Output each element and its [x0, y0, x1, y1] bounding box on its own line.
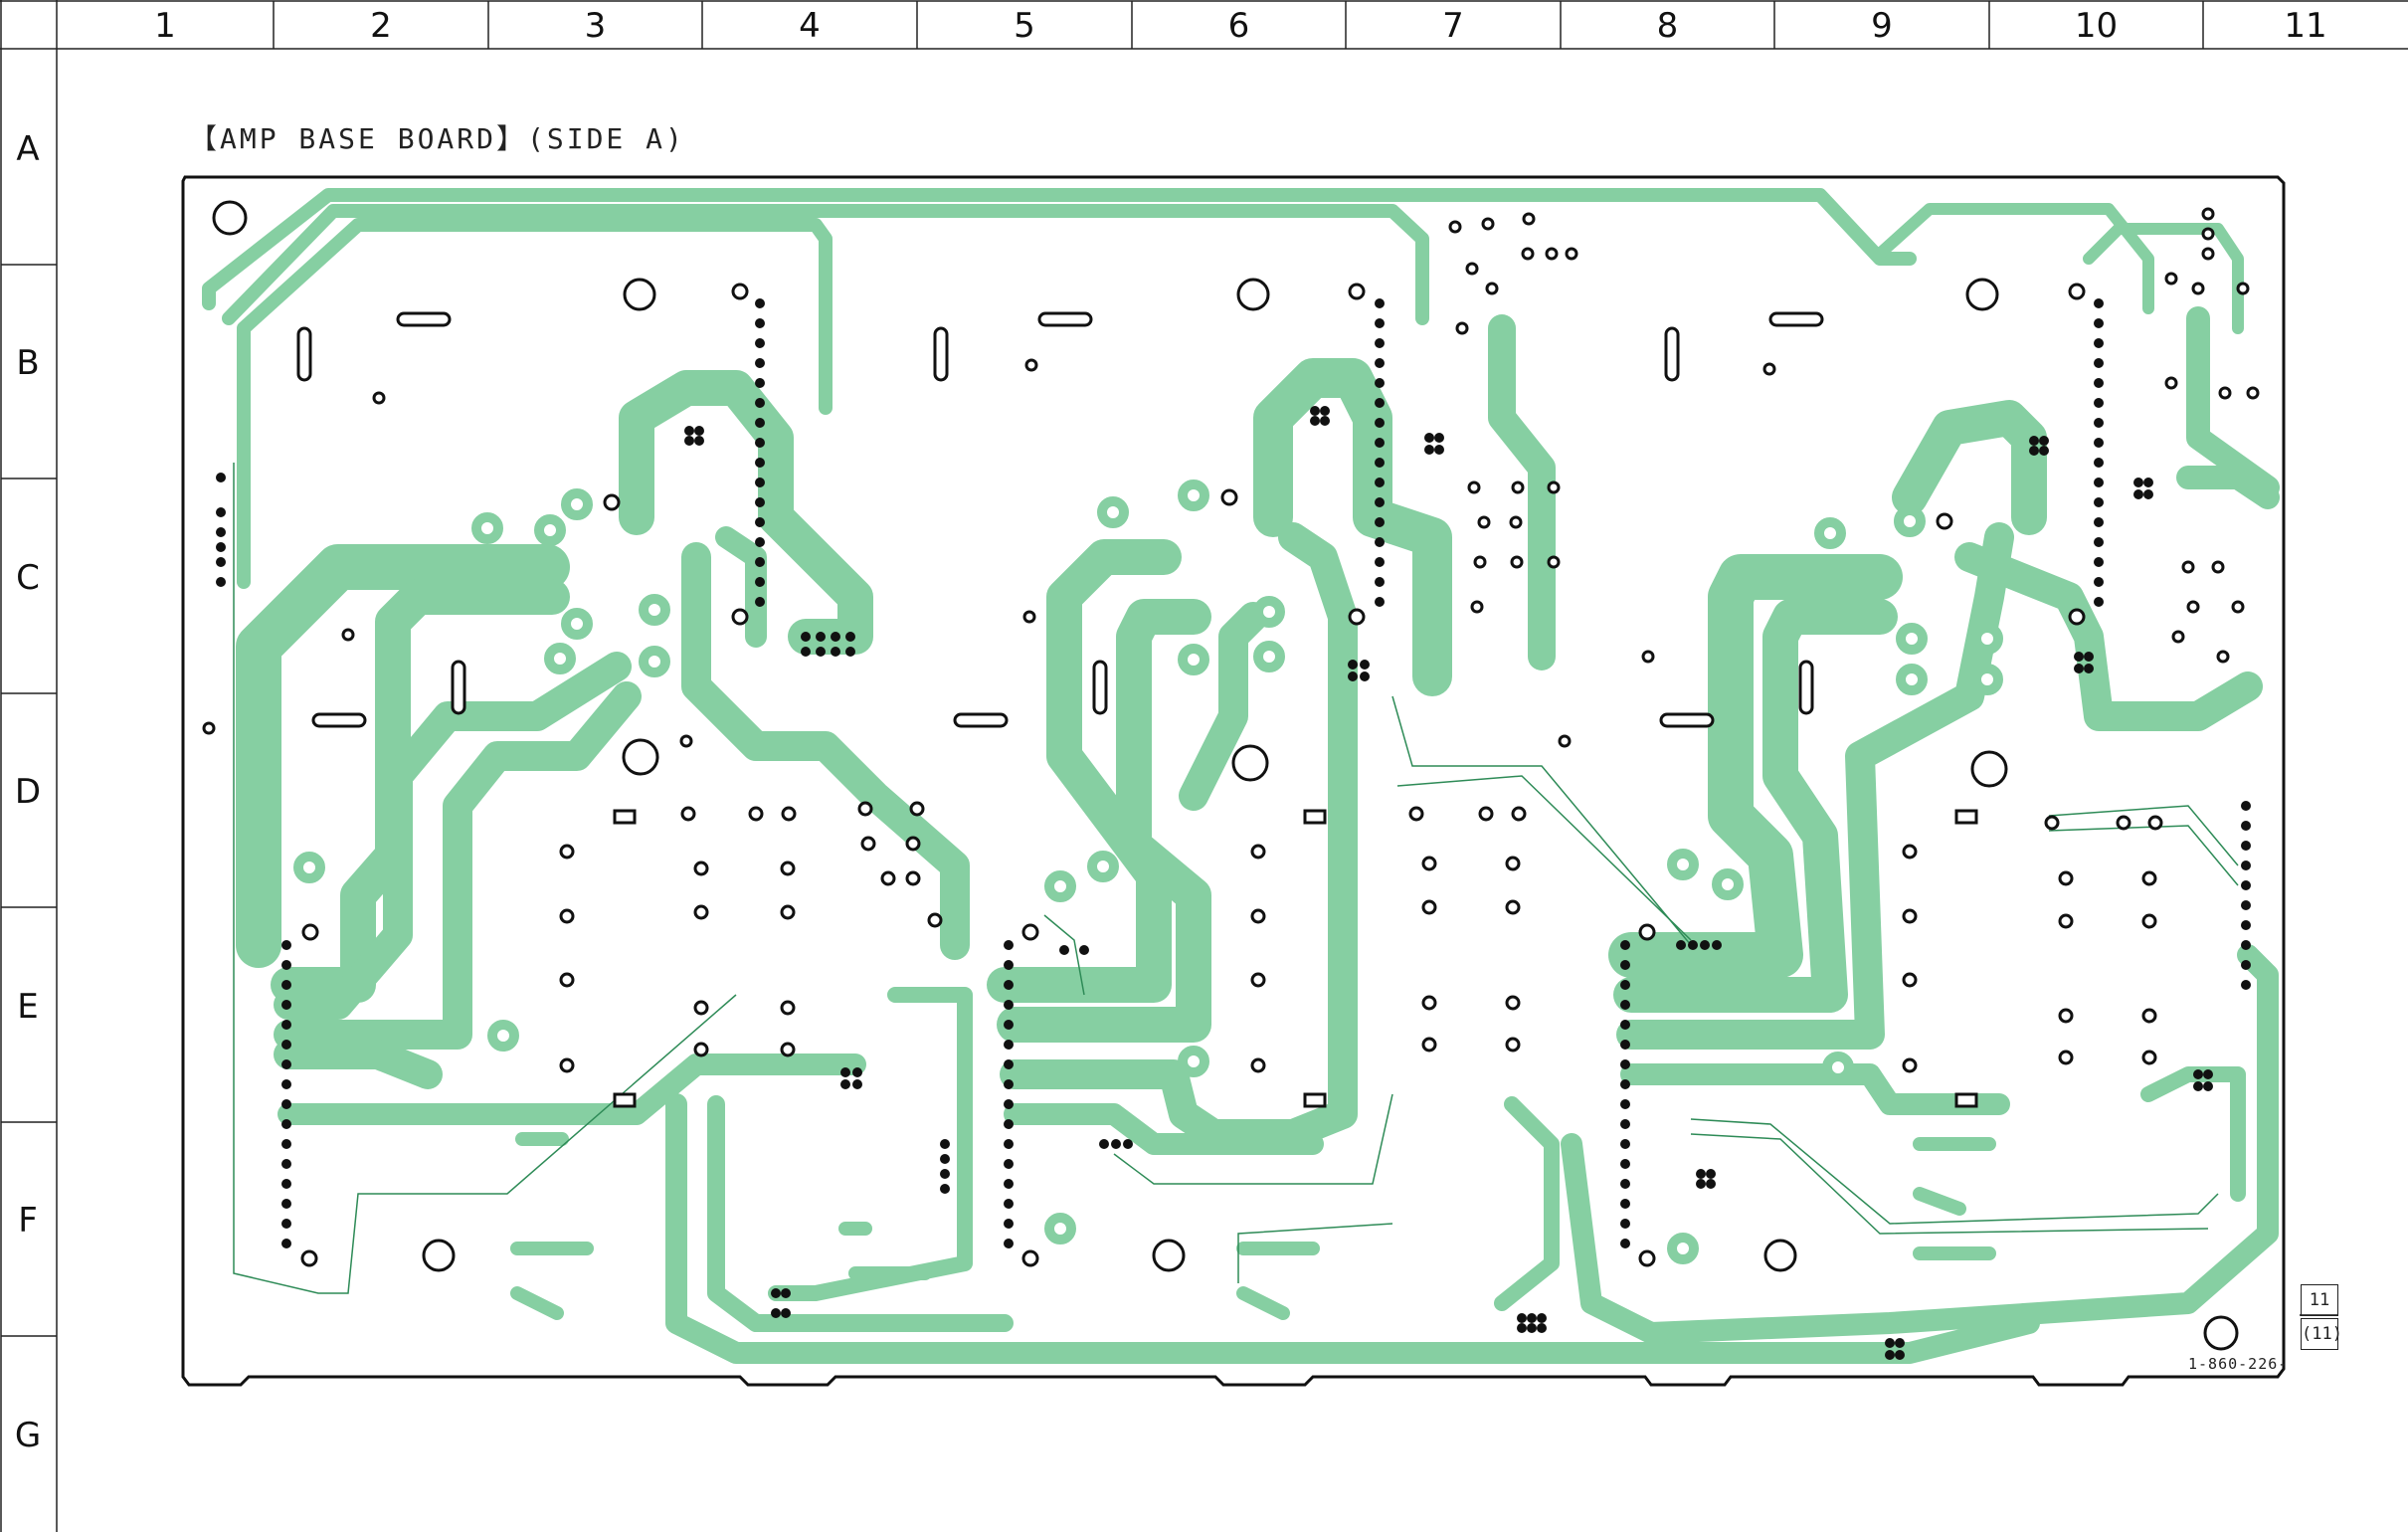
- pcb-layout-sheet: 1 2 3 4 5 6 7 8 9 10 11 A B C D E F G 【A…: [0, 0, 2408, 1532]
- board-outline: [181, 175, 2286, 1387]
- pcb-board-drawing: [181, 175, 2337, 1387]
- board-part-number: 1-860-226-: [2188, 1355, 2289, 1373]
- page-number-box: 11: [2301, 1284, 2338, 1316]
- page-number-box-parenthesized: (11): [2301, 1318, 2342, 1350]
